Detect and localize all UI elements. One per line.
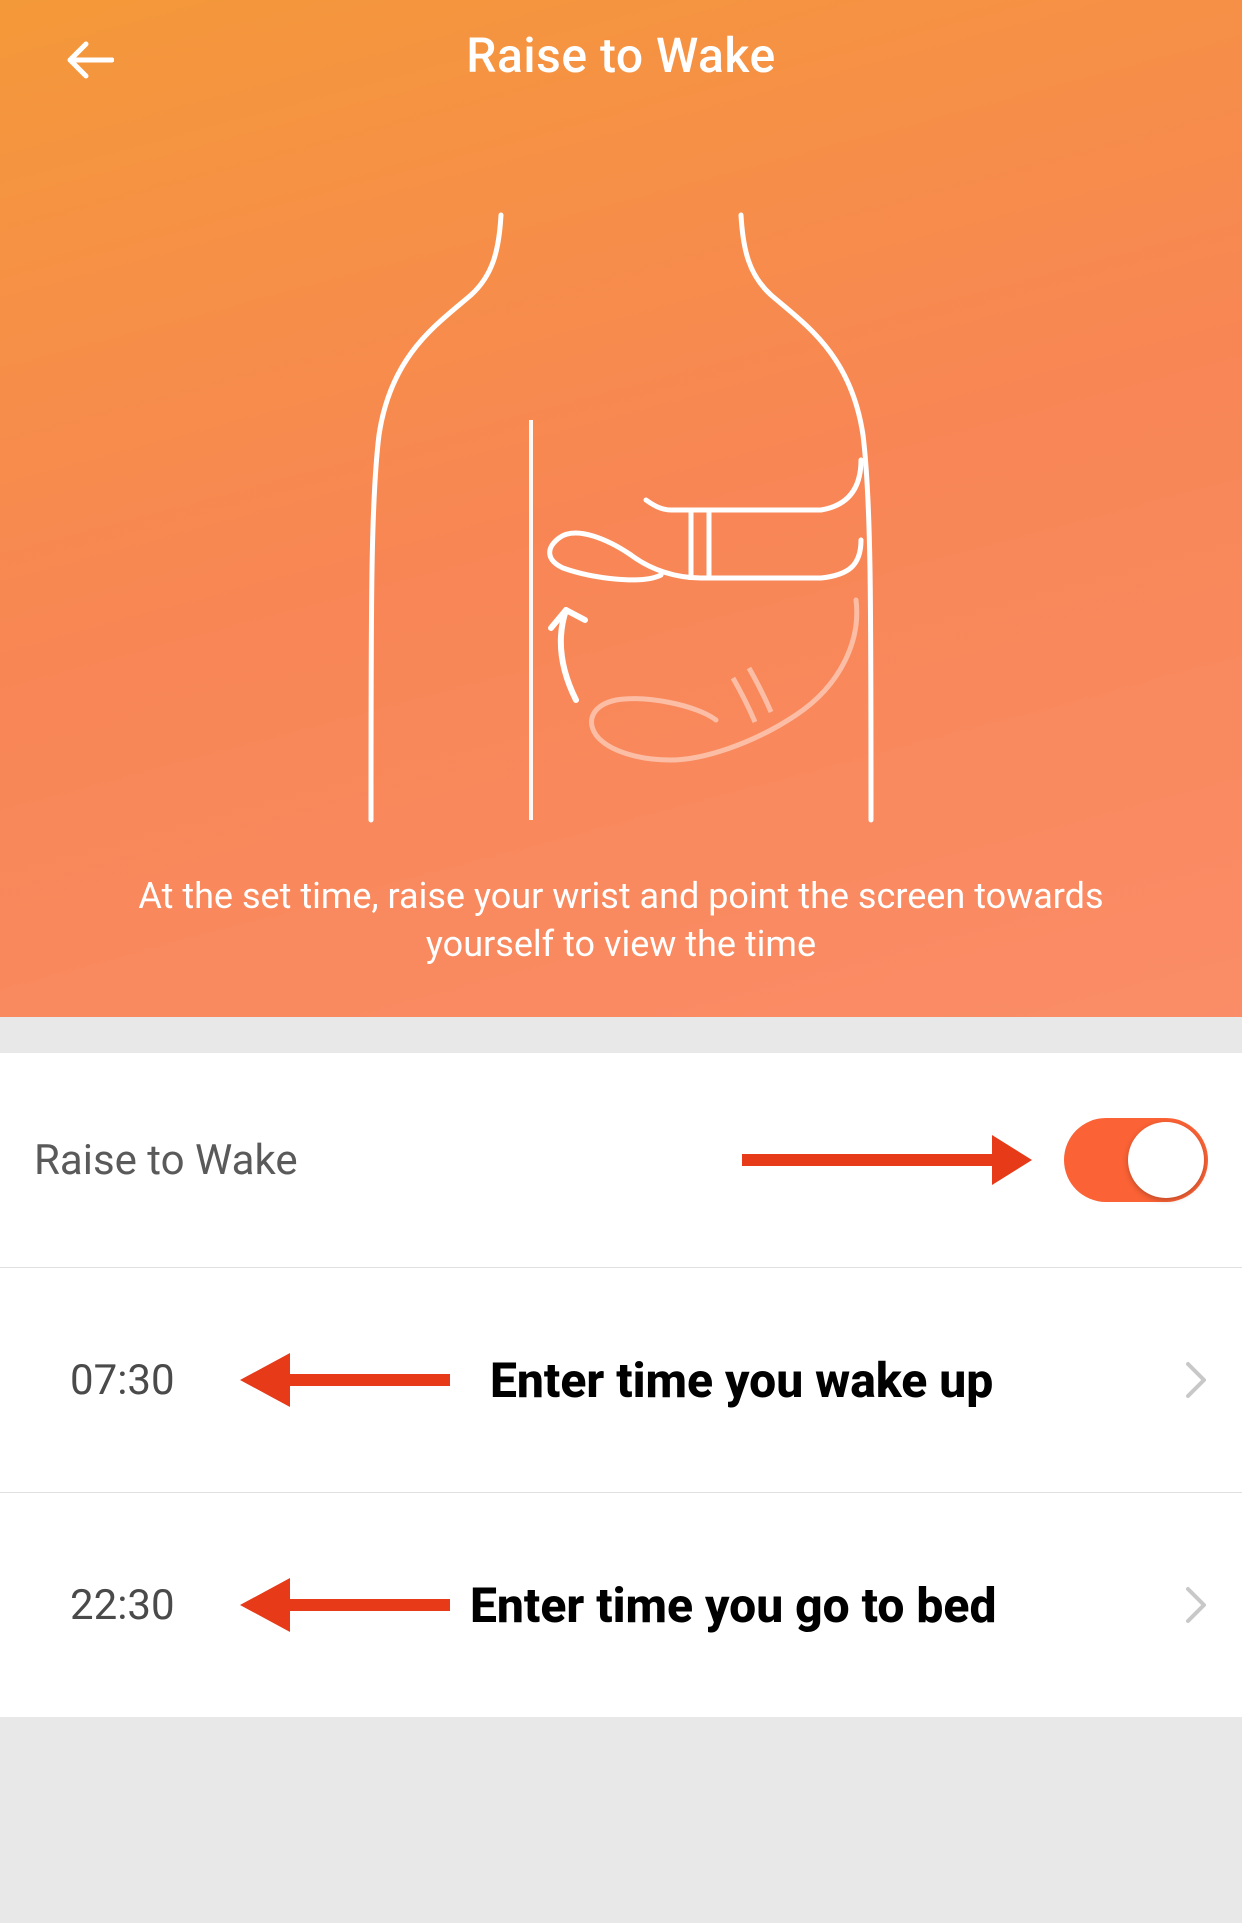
header: Raise to Wake <box>0 0 1242 110</box>
wake-time-row[interactable]: 07:30 Enter time you wake up <box>0 1268 1242 1492</box>
back-button[interactable] <box>60 30 120 90</box>
annotation-arrow-right-icon <box>742 1125 1032 1195</box>
chevron-right-icon <box>1184 1585 1208 1625</box>
wake-time-label: Enter time you wake up <box>490 1352 1158 1409</box>
annotation-arrow-left-icon <box>240 1345 450 1415</box>
raise-wrist-illustration-icon <box>341 180 901 830</box>
illustration <box>0 180 1242 830</box>
hero-description: At the set time, raise your wrist and po… <box>0 872 1242 969</box>
raise-to-wake-label: Raise to Wake <box>34 1136 298 1185</box>
bed-time-row[interactable]: 22:30 Enter time you go to bed <box>0 1493 1242 1717</box>
hero-banner: Raise to Wake At the set time, raise you… <box>0 0 1242 1017</box>
wake-time-value: 07:30 <box>70 1356 210 1405</box>
bed-time-value: 22:30 <box>70 1581 210 1630</box>
arrow-left-icon <box>66 40 114 80</box>
chevron-right-icon <box>1184 1360 1208 1400</box>
toggle-knob <box>1128 1122 1204 1198</box>
raise-to-wake-row: Raise to Wake <box>0 1053 1242 1267</box>
raise-to-wake-toggle[interactable] <box>1064 1118 1208 1202</box>
bed-time-label: Enter time you go to bed <box>470 1577 1158 1634</box>
page-title: Raise to Wake <box>0 27 1242 84</box>
annotation-arrow-left-icon <box>240 1570 450 1640</box>
settings-card: Raise to Wake <box>0 1053 1242 1267</box>
section-gap <box>0 1017 1242 1053</box>
